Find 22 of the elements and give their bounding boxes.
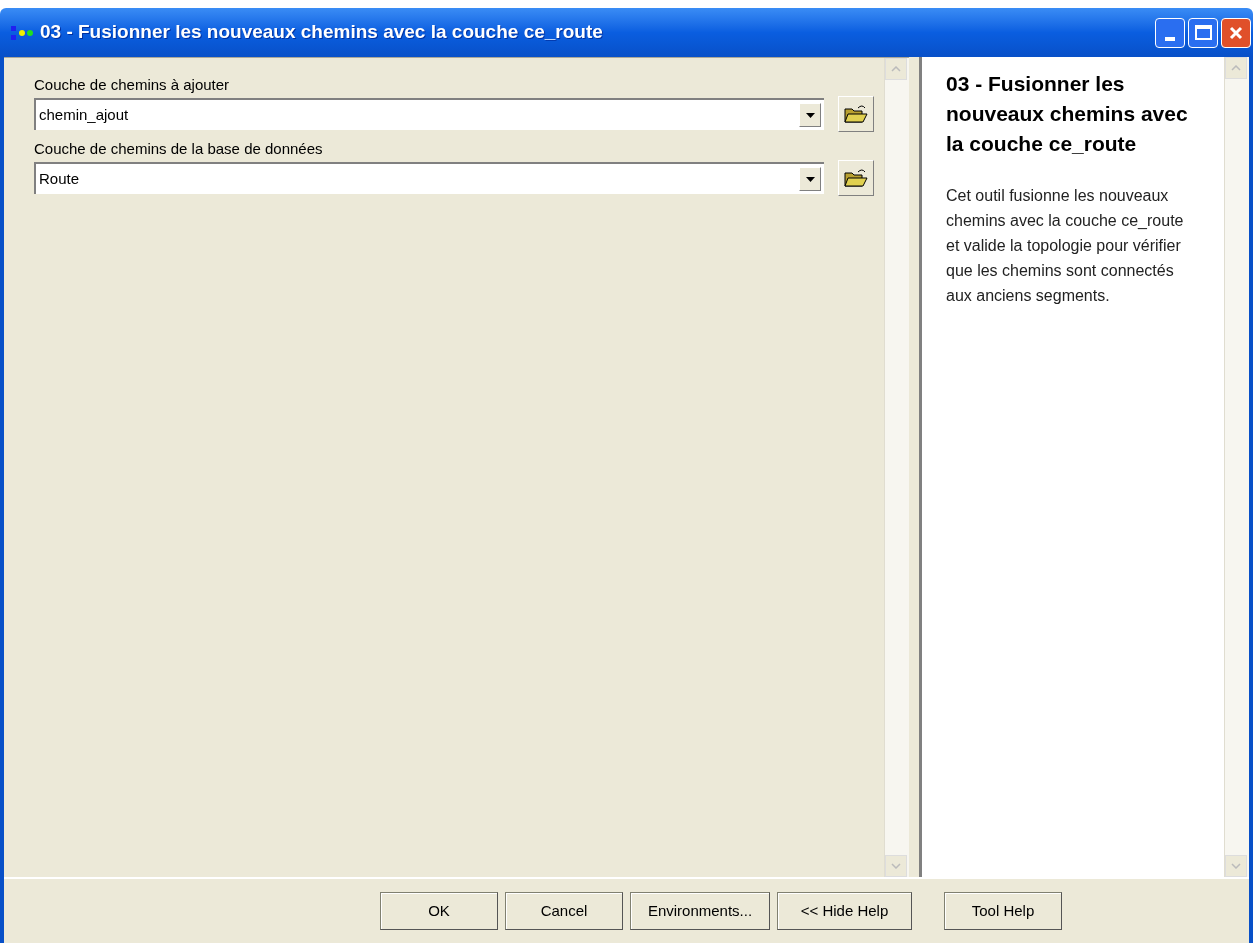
dropdown-caret-icon[interactable]	[799, 167, 821, 191]
dialog-button[interactable]: Tool Help	[944, 892, 1062, 930]
help-title: 03 - Fusionner les nouveaux chemins avec la couche ce_route	[946, 71, 1189, 157]
dialog-button[interactable]: << Hide Help	[777, 892, 912, 930]
parameter-label: Couche de chemins de la base de données	[34, 139, 324, 159]
browse-button[interactable]	[838, 160, 874, 196]
dropdown-caret-icon[interactable]	[799, 103, 821, 127]
close-button[interactable]	[1221, 17, 1251, 48]
layer-dropdown[interactable]: chemin_ajout	[34, 98, 824, 130]
window-title: 03 - Fusionner les nouveaux chemins avec la couche ce_route	[40, 20, 604, 45]
folder-icon	[844, 168, 868, 188]
dialog-button[interactable]: Environments...	[630, 892, 770, 930]
layer-dropdown[interactable]: Route	[34, 162, 824, 194]
help-text: Cet outil fusionne les nouveaux chemins avec la couche ce_route et valide la topologie pour vérifier que les chemins sont connectés aux anciens segments.	[946, 186, 1185, 306]
folder-icon	[844, 104, 868, 124]
browse-button[interactable]	[838, 96, 874, 132]
minimize-button[interactable]	[1155, 17, 1185, 48]
parameter-label: Couche de chemins à ajouter	[34, 75, 231, 95]
dialog-button[interactable]: Cancel	[505, 892, 623, 930]
maximize-button[interactable]	[1188, 17, 1218, 48]
dialog-button[interactable]: OK	[380, 892, 498, 930]
close-icon	[1228, 24, 1244, 41]
